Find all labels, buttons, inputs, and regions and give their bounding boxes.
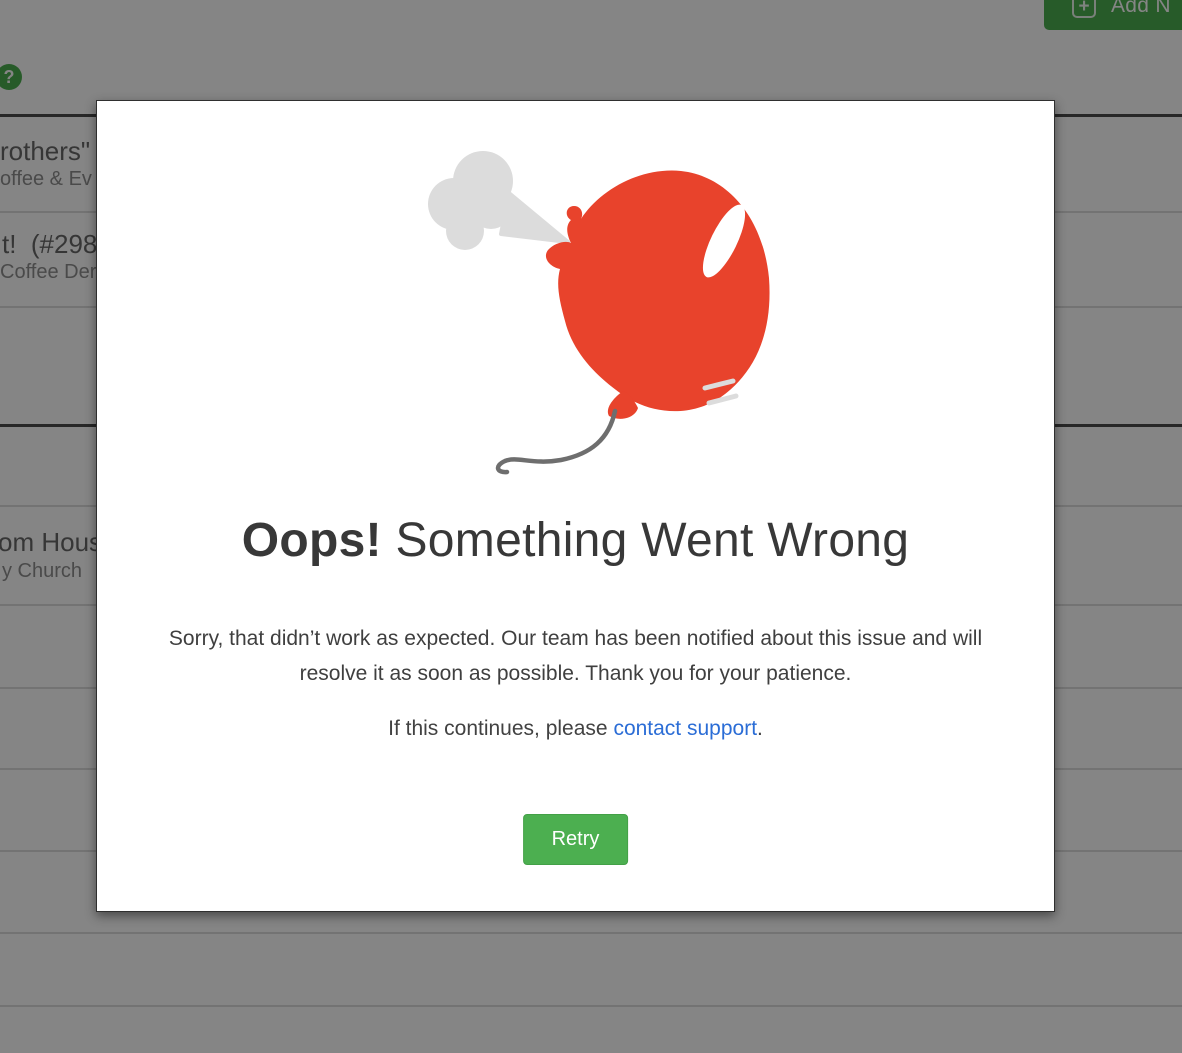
contact-support-link[interactable]: contact support (613, 717, 757, 740)
modal-title-bold: Oops! (241, 514, 382, 567)
modal-support-line: If this continues, please contact suppor… (142, 717, 1009, 741)
modal-title-rest: Something Went Wrong (381, 514, 910, 567)
modal-message: Sorry, that didn’t work as expected. Our… (168, 627, 983, 685)
error-modal: Oops! Something Went Wrong Sorry, that d… (96, 100, 1055, 912)
retry-button[interactable]: Retry (522, 814, 629, 865)
deflating-balloon-icon (428, 151, 770, 475)
modal-title: Oops! Something Went Wrong (97, 513, 1054, 568)
support-text-prefix: If this continues, please (388, 717, 614, 740)
support-text-suffix: . (757, 717, 763, 740)
